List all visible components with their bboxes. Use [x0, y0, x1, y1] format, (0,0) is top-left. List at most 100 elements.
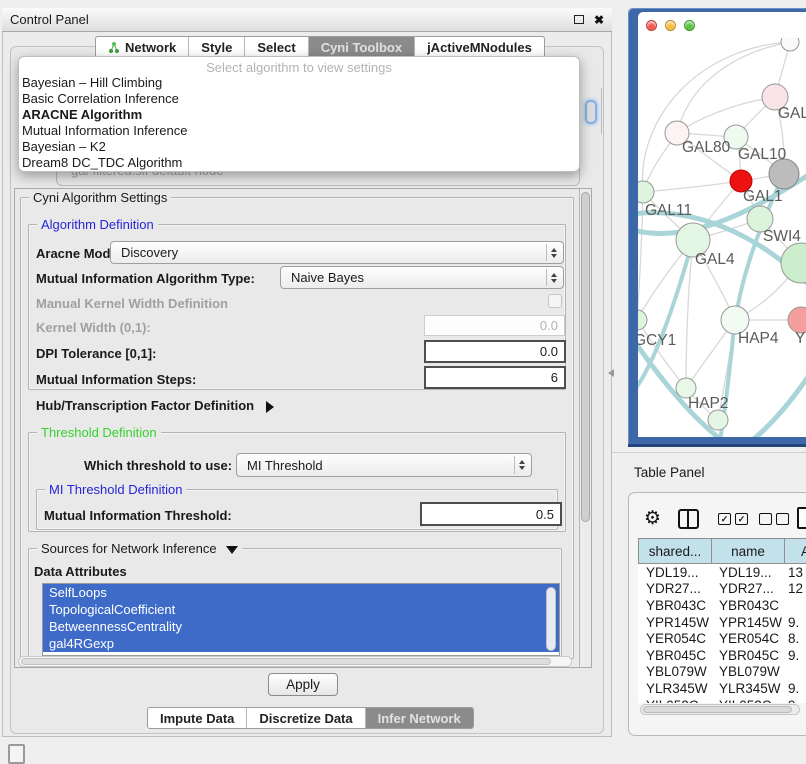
table-cell: 8. — [784, 631, 806, 646]
gear-icon[interactable]: ⚙ — [644, 507, 661, 530]
column-header-shared[interactable]: shared... — [638, 538, 711, 564]
select-none-icon[interactable] — [759, 513, 789, 525]
table-row[interactable]: YBR045CYBR045C9. — [638, 647, 806, 664]
column-header-a[interactable]: A — [784, 538, 806, 564]
table-row[interactable]: YBL079WYBL079W — [638, 664, 806, 681]
stepper-icon — [546, 269, 561, 286]
column-header-name[interactable]: name — [711, 538, 784, 564]
close-traffic-light[interactable] — [646, 20, 657, 31]
table-cell: YBR045C — [711, 648, 784, 663]
tab-network[interactable]: Network — [96, 37, 189, 57]
network-canvas[interactable]: GALGAL80GAL10GAL1GAL11SWI4GAL4GCY1HAP4YH… — [638, 38, 806, 437]
scrollbar-thumb[interactable] — [581, 192, 590, 522]
tab-style[interactable]: Style — [189, 37, 245, 57]
node-top[interactable] — [781, 38, 799, 51]
list-scrollbar[interactable] — [546, 587, 556, 651]
node-gcy1[interactable] — [638, 310, 647, 330]
table-cell: YDL19... — [638, 565, 711, 580]
tab-label: Network — [125, 40, 176, 55]
attribute-item-gal4rgexp[interactable]: gal4RGexp — [43, 635, 559, 652]
table-cell: 12 — [784, 581, 806, 596]
network-icon — [108, 41, 120, 54]
scrollbar-thumb[interactable] — [21, 658, 551, 665]
tab-jactivemnodules[interactable]: jActiveMNodules — [415, 37, 544, 57]
which-threshold-label: Which threshold to use: — [84, 458, 232, 473]
table-cell: YDR27... — [638, 581, 711, 596]
cyni-mode-tabs: Impute DataDiscretize Data Infer Network — [147, 707, 474, 729]
sources-toggle[interactable]: Sources for Network Inference — [37, 541, 242, 556]
tab-discretize-data[interactable]: Discretize Data — [247, 708, 365, 728]
mi-steps-label: Mutual Information Steps: — [36, 372, 196, 387]
control-panel-titlebar: Control Panel ✖ — [2, 8, 612, 32]
attribute-item-selfloops[interactable]: SelfLoops — [43, 584, 559, 601]
table-cell: 9. — [784, 698, 806, 703]
table-row[interactable]: YPR145WYPR145W9. — [638, 614, 806, 631]
tab-select[interactable]: Select — [245, 37, 308, 57]
algorithm-option-basic-correlation-inference[interactable]: Basic Correlation Inference — [19, 91, 579, 107]
data-attributes-label: Data Attributes — [34, 564, 127, 579]
hub-definition-toggle[interactable]: Hub/Transcription Factor Definition — [36, 398, 274, 413]
horizontal-scrollbar[interactable] — [18, 656, 572, 667]
stepper-icon — [514, 456, 529, 474]
splitter-handle[interactable] — [608, 369, 614, 377]
table-row[interactable]: YLR345WYLR345W9. — [638, 680, 806, 697]
zoom-traffic-light[interactable] — [684, 20, 695, 31]
float-window-icon[interactable] — [574, 15, 584, 24]
algorithm-option-bayesian-k2[interactable]: Bayesian – K2 — [19, 139, 579, 155]
node-gal10-gray[interactable] — [769, 159, 799, 189]
algorithm-placeholder: Select algorithm to view settings — [19, 57, 579, 75]
scrollbar-thumb[interactable] — [643, 706, 792, 713]
aracne-mode-combo[interactable]: Discovery — [110, 241, 564, 264]
vertical-scrollbar[interactable] — [579, 189, 591, 667]
tab-label: Infer Network — [378, 711, 461, 726]
panel-divider — [612, 452, 806, 453]
table-cell: YLR345W — [638, 681, 711, 696]
mi-threshold-field[interactable]: 0.5 — [420, 502, 562, 526]
tab-impute-data[interactable]: Impute Data — [148, 708, 247, 728]
node-label-hap4: HAP4 — [738, 330, 779, 347]
document-icon[interactable] — [797, 507, 806, 529]
table-cell: 13 — [784, 565, 806, 580]
apply-button[interactable]: Apply — [268, 673, 338, 696]
attribute-item-betweennesscentrality[interactable]: BetweennessCentrality — [43, 618, 559, 635]
mi-steps-field[interactable]: 6 — [424, 366, 566, 389]
algorithm-list: Bayesian – Hill ClimbingBasic Correlatio… — [19, 75, 579, 171]
table-row[interactable]: YBR043CYBR043C — [638, 597, 806, 614]
algorithm-option-bayesian-hill-climbing[interactable]: Bayesian – Hill Climbing — [19, 75, 579, 91]
node-gal11[interactable] — [638, 181, 654, 203]
algorithm-option-mutual-information-inference[interactable]: Mutual Information Inference — [19, 123, 579, 139]
tab-infer-network[interactable]: Infer Network — [366, 708, 473, 728]
node-label-swi4: SWI4 — [763, 228, 801, 245]
group-title: MI Threshold Definition — [45, 482, 186, 497]
algorithm-option-aracne-algorithm[interactable]: ARACNE Algorithm — [19, 107, 579, 123]
mi-algorithm-type-combo[interactable]: Naive Bayes — [280, 266, 564, 289]
node-label-gal1: GAL1 — [743, 188, 783, 205]
algorithm-option-dream8-dc-tdc-algorithm[interactable]: Dream8 DC_TDC Algorithm — [19, 155, 579, 171]
table-toolbar: ⚙ ✓✓ — [640, 505, 806, 537]
collapsed-panel-button[interactable] — [8, 744, 25, 764]
table-row[interactable]: YER054CYER054C8. — [638, 630, 806, 647]
split-columns-icon[interactable] — [678, 509, 699, 529]
node-right-large[interactable] — [781, 243, 806, 283]
table-cell: YIL052C — [638, 698, 711, 703]
table-row[interactable]: YDL19...YDL19...13 — [638, 564, 806, 581]
table-row[interactable]: YIL052CYIL052C9. — [638, 697, 806, 703]
kernel-width-label: Kernel Width (0,1): — [36, 320, 151, 335]
table-horizontal-scrollbar[interactable] — [640, 704, 800, 715]
groupbox-edge — [601, 88, 602, 134]
manual-kernel-checkbox[interactable] — [548, 294, 562, 308]
node-bottom[interactable] — [708, 410, 728, 430]
expand-arrow-icon — [266, 401, 274, 413]
close-icon[interactable]: ✖ — [594, 13, 604, 27]
table-cell: YBR045C — [638, 648, 711, 663]
table-row[interactable]: YDR27...YDR27...12 — [638, 581, 806, 598]
kernel-width-field[interactable]: 0.0 — [424, 315, 565, 336]
table-cell: YPR145W — [638, 615, 711, 630]
dpi-tolerance-field[interactable]: 0.0 — [424, 340, 566, 363]
attribute-item-topologicalcoefficient[interactable]: TopologicalCoefficient — [43, 601, 559, 618]
table-cell: YBL079W — [711, 664, 784, 679]
which-threshold-combo[interactable]: MI Threshold — [236, 453, 532, 477]
select-all-icon[interactable]: ✓✓ — [718, 513, 748, 525]
minimize-traffic-light[interactable] — [665, 20, 676, 31]
tab-cyni-toolbox[interactable]: Cyni Toolbox — [309, 37, 415, 57]
